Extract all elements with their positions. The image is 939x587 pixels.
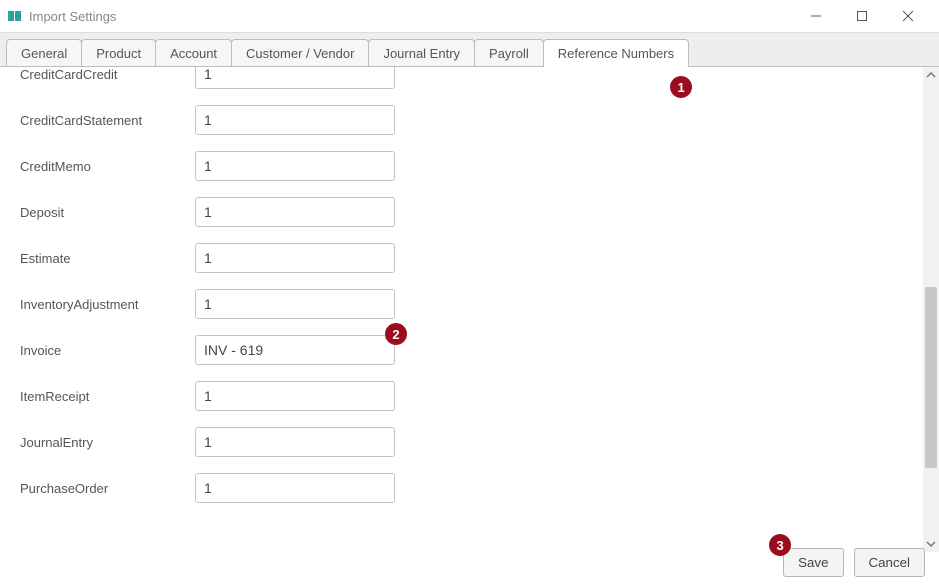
label-creditcardcredit: CreditCardCredit [20,67,195,82]
maximize-icon [856,10,868,22]
tab-label: Reference Numbers [558,46,674,61]
tab-general[interactable]: General [6,39,82,67]
minimize-icon [810,10,822,22]
dialog-footer: 3 Save Cancel [783,548,925,577]
tab-customer-vendor[interactable]: Customer / Vendor [231,39,369,67]
window-title: Import Settings [29,9,116,24]
tab-panel-reference-numbers: CreditCardCredit CreditCardStatement Cre… [0,66,939,552]
label-journalentry: JournalEntry [20,435,195,450]
cancel-button[interactable]: Cancel [854,548,926,577]
input-purchaseorder[interactable] [195,473,395,503]
close-icon [902,10,914,22]
row-creditmemo: CreditMemo [20,151,913,181]
label-deposit: Deposit [20,205,195,220]
save-button[interactable]: Save [783,548,843,577]
input-journalentry[interactable] [195,427,395,457]
tab-payroll[interactable]: Payroll [474,39,544,67]
scroll-down-icon[interactable] [923,536,939,552]
input-deposit[interactable] [195,197,395,227]
scroll-track[interactable] [923,83,939,536]
label-purchaseorder: PurchaseOrder [20,481,195,496]
scroll-thumb[interactable] [925,287,937,468]
row-purchaseorder: PurchaseOrder [20,473,913,503]
label-creditmemo: CreditMemo [20,159,195,174]
tab-account[interactable]: Account [155,39,232,67]
tab-product[interactable]: Product [81,39,156,67]
maximize-button[interactable] [839,0,885,32]
label-inventoryadjustment: InventoryAdjustment [20,297,195,312]
row-itemreceipt: ItemReceipt [20,381,913,411]
row-creditcardcredit: CreditCardCredit [20,67,913,89]
input-creditcardstatement[interactable] [195,105,395,135]
row-journalentry: JournalEntry [20,427,913,457]
input-creditmemo[interactable] [195,151,395,181]
app-icon [8,11,21,21]
form-scroll-area: CreditCardCredit CreditCardStatement Cre… [0,67,923,552]
label-estimate: Estimate [20,251,195,266]
window-controls [793,0,931,32]
input-estimate[interactable] [195,243,395,273]
row-deposit: Deposit [20,197,913,227]
input-itemreceipt[interactable] [195,381,395,411]
minimize-button[interactable] [793,0,839,32]
label-creditcardstatement: CreditCardStatement [20,113,195,128]
close-button[interactable] [885,0,931,32]
label-itemreceipt: ItemReceipt [20,389,195,404]
title-bar: Import Settings [0,0,939,32]
vertical-scrollbar[interactable] [923,67,939,552]
row-inventoryadjustment: InventoryAdjustment [20,289,913,319]
tab-bar: General Product Account Customer / Vendo… [0,33,939,67]
scroll-up-icon[interactable] [923,67,939,83]
label-invoice: Invoice [20,343,195,358]
row-invoice: Invoice 2 [20,335,913,365]
input-creditcardcredit[interactable] [195,67,395,89]
row-creditcardstatement: CreditCardStatement [20,105,913,135]
row-estimate: Estimate [20,243,913,273]
tab-journal-entry[interactable]: Journal Entry [368,39,475,67]
input-invoice[interactable] [195,335,395,365]
tab-reference-numbers[interactable]: Reference Numbers 1 [543,39,689,67]
input-inventoryadjustment[interactable] [195,289,395,319]
